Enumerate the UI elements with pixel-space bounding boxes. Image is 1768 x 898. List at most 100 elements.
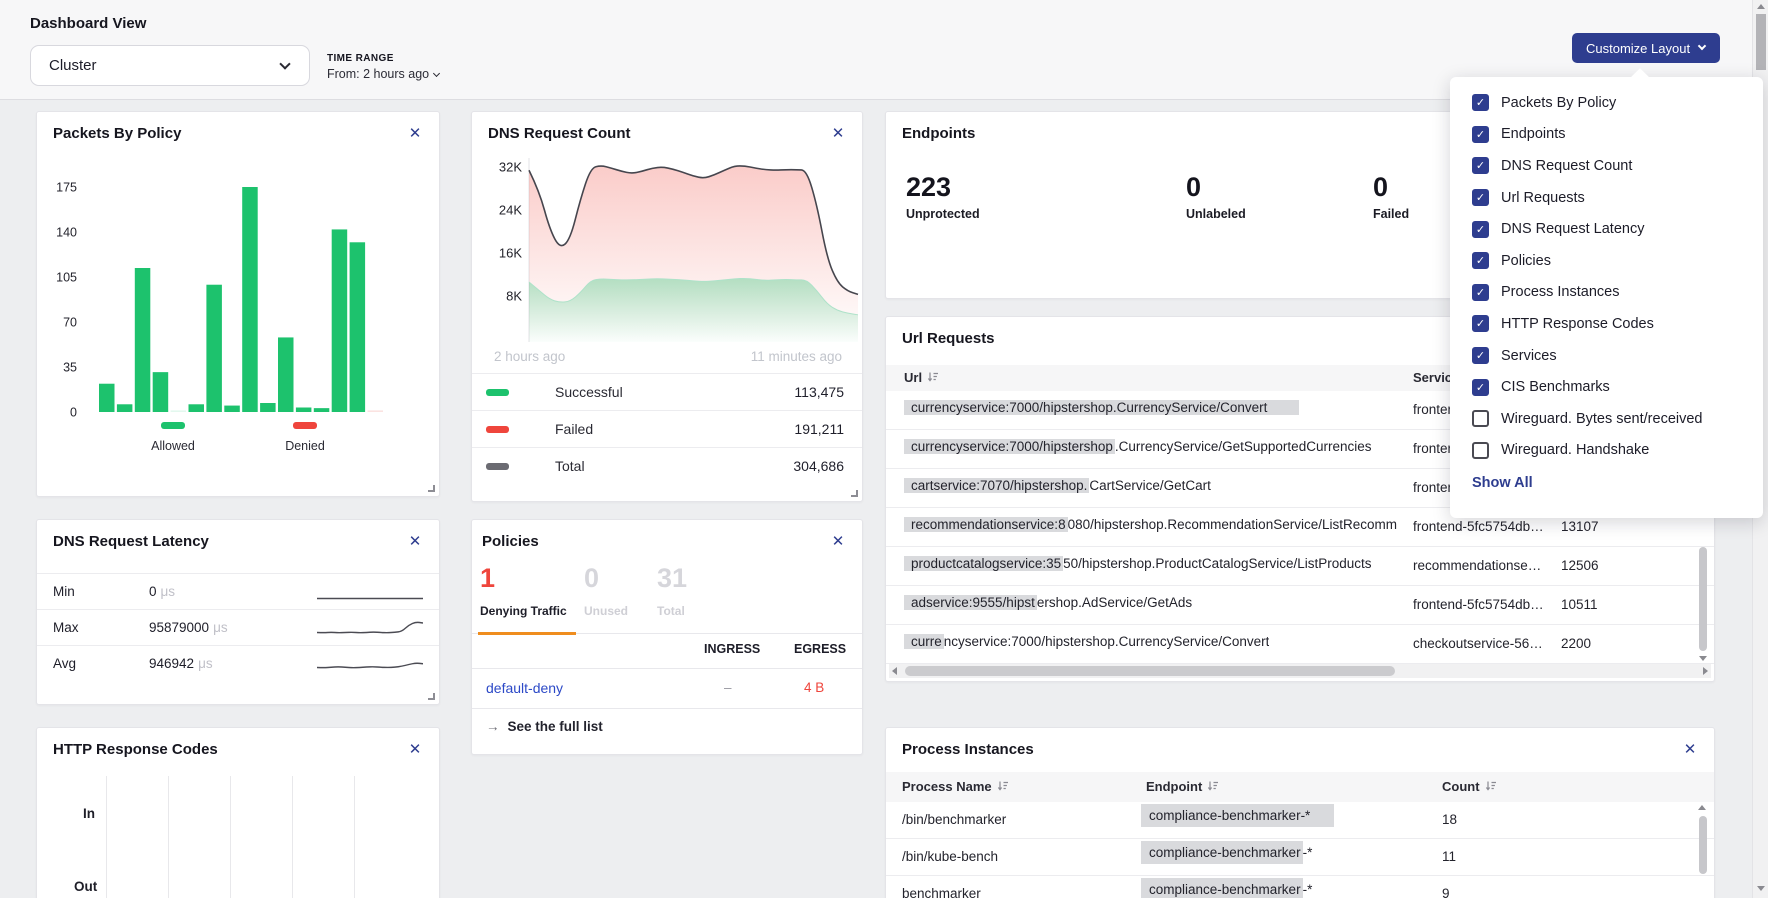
horizontal-scrollbar-thumb[interactable] (905, 666, 1395, 676)
legend-label: Total (555, 458, 585, 474)
checkbox-checked[interactable]: ✓ (1472, 284, 1489, 301)
menu-item[interactable]: Wireguard. Bytes sent/received (1450, 403, 1763, 435)
bar (189, 404, 205, 412)
scroll-left-icon[interactable] (892, 667, 897, 675)
checkbox-checked[interactable]: ✓ (1472, 221, 1489, 238)
checkbox-unchecked[interactable] (1472, 442, 1489, 459)
menu-item-label: HTTP Response Codes (1501, 316, 1654, 332)
service-cell: frontend-5fc5754db… (1413, 519, 1544, 534)
menu-item[interactable]: ✓ Services (1450, 340, 1763, 372)
column-header-ingress: INGRESS (704, 642, 760, 656)
widget-title: Policies (482, 533, 539, 550)
menu-item[interactable]: ✓DNS Request Latency (1450, 213, 1763, 245)
column-header-endpoint[interactable]: Endpoint (1146, 779, 1219, 794)
column-header-url[interactable]: Url (904, 370, 939, 385)
legend-value: 113,475 (794, 384, 844, 400)
column-header-egress: EGRESS (794, 642, 846, 656)
table-row[interactable]: /bin/benchmarkercompliance-benchmarker-*… (886, 802, 1714, 839)
view-selector[interactable]: Cluster (30, 45, 310, 86)
table-vertical-scrollbar[interactable] (1699, 816, 1707, 874)
resize-handle[interactable] (428, 485, 435, 492)
scroll-right-icon[interactable] (1703, 667, 1708, 675)
legend-label: Successful (555, 384, 623, 400)
widget-dns-request-count: DNS Request Count ✕ 32K24K16K8K 2 hours … (471, 111, 863, 502)
checkbox-checked[interactable]: ✓ (1472, 94, 1489, 111)
checkbox-checked[interactable]: ✓ (1472, 379, 1489, 396)
y-tick-label: 16K (499, 246, 522, 261)
menu-item[interactable]: ✓Policies (1450, 245, 1763, 277)
menu-item-label: Wireguard. Handshake (1501, 442, 1649, 458)
sort-icon[interactable] (1207, 780, 1219, 792)
table-vertical-scrollbar[interactable] (1699, 547, 1707, 651)
latency-row: Min0μs (37, 573, 439, 609)
menu-item[interactable]: ✓Process Instances (1450, 277, 1763, 309)
resize-handle[interactable] (851, 490, 858, 497)
checkbox-checked[interactable]: ✓ (1472, 126, 1489, 143)
sort-icon[interactable] (927, 371, 939, 383)
resize-handle[interactable] (428, 693, 435, 700)
stat-value: 1 (480, 565, 567, 592)
scroll-up-icon[interactable] (1757, 4, 1765, 9)
stat-value: 0 (1186, 174, 1246, 201)
table-row[interactable]: adservice:9555/hipstershop.AdService/Get… (886, 586, 1714, 625)
scroll-down-icon[interactable] (1699, 656, 1707, 661)
bar (206, 285, 222, 412)
bar-chart: 03570105140175 (37, 138, 441, 456)
table-row[interactable]: /bin/kube-benchcompliance-benchmarker-*1… (886, 839, 1714, 876)
close-button[interactable]: ✕ (828, 531, 848, 551)
close-button[interactable]: ✕ (1680, 739, 1700, 759)
close-button[interactable]: ✕ (405, 531, 425, 551)
tab-denying-traffic[interactable]: 1 Denying Traffic (480, 565, 567, 618)
url-cell: currencyservice:7000/hipstershop.Currenc… (904, 400, 1299, 415)
table-row[interactable]: benchmarkercompliance-benchmarker-*9 (886, 876, 1714, 898)
policy-link[interactable]: default-deny (486, 680, 563, 696)
column-header-count[interactable]: Count (1442, 779, 1497, 794)
customize-layout-label: Customize Layout (1586, 41, 1690, 56)
process-name-cell: /bin/kube-bench (902, 849, 998, 864)
menu-item[interactable]: ✓ HTTP Response Codes (1450, 308, 1763, 340)
checkbox-checked[interactable]: ✓ (1472, 189, 1489, 206)
checkbox-unchecked[interactable] (1472, 410, 1489, 427)
menu-item[interactable]: Wireguard. Handshake (1450, 435, 1763, 467)
tab-total[interactable]: 31 Total (657, 565, 687, 618)
close-button[interactable]: ✕ (828, 123, 848, 143)
stat-label: Failed (1373, 207, 1409, 221)
scroll-up-icon[interactable] (1698, 805, 1706, 810)
menu-item[interactable]: ✓CIS Benchmarks (1450, 371, 1763, 403)
customize-layout-button[interactable]: Customize Layout (1572, 33, 1720, 63)
table-row[interactable]: productcatalogservice:3550/hipstershop.P… (886, 547, 1714, 586)
menu-item-label: Endpoints (1501, 126, 1566, 142)
time-range-value[interactable]: From: 2 hours ago (327, 67, 439, 81)
menu-item[interactable]: ✓Url Requests (1450, 182, 1763, 214)
checkbox-checked[interactable]: ✓ (1472, 315, 1489, 332)
checkbox-checked[interactable]: ✓ (1472, 157, 1489, 174)
scroll-down-icon[interactable] (1757, 886, 1765, 891)
column-header-process-name[interactable]: Process Name (902, 779, 1009, 794)
arrow-right-icon: → (486, 719, 500, 734)
sort-icon[interactable] (997, 780, 1009, 792)
table-horizontal-scrollbar[interactable] (889, 664, 1711, 678)
table-row[interactable]: currencyservice:7000/hipstershop.Currenc… (886, 625, 1714, 664)
time-range[interactable]: TIME RANGE From: 2 hours ago (327, 53, 439, 81)
view-selector-value: Cluster (49, 57, 97, 74)
see-full-list-link[interactable]: →See the full list (486, 719, 603, 734)
menu-item[interactable]: ✓DNS Request Count (1450, 150, 1763, 182)
checkbox-checked[interactable]: ✓ (1472, 252, 1489, 269)
menu-item[interactable]: ✓Packets By Policy (1450, 87, 1763, 119)
y-tick-label: 8K (506, 289, 522, 304)
show-all-link[interactable]: Show All (1472, 475, 1533, 491)
count-cell: 13107 (1561, 519, 1599, 534)
bar (135, 268, 151, 412)
bar (99, 384, 115, 412)
stat-label: Unused (584, 604, 628, 618)
sort-icon[interactable] (1485, 780, 1497, 792)
checkbox-checked[interactable]: ✓ (1472, 347, 1489, 364)
close-button[interactable]: ✕ (405, 739, 425, 759)
menu-item[interactable]: ✓ Endpoints (1450, 119, 1763, 151)
latency-row: Avg946942μs (37, 645, 439, 681)
tab-unused[interactable]: 0 Unused (584, 565, 628, 618)
metric-label: Avg (53, 656, 76, 671)
menu-item-label: Services (1501, 348, 1557, 364)
page-scrollbar-thumb[interactable] (1756, 14, 1766, 70)
count-cell: 12506 (1561, 558, 1599, 573)
